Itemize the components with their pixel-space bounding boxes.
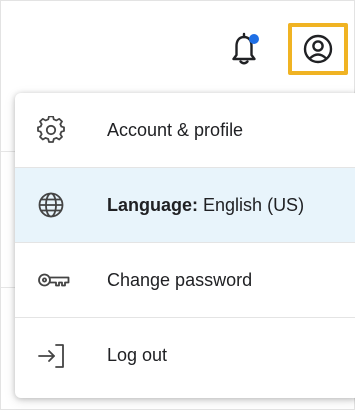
background-divider [1,151,15,152]
menu-item-label: Language: English (US) [107,195,304,216]
account-circle-icon [303,34,333,64]
gear-icon [37,116,77,144]
key-icon [37,266,77,294]
background-divider [1,287,15,288]
account-menu: Account & profile Language: English (US) [15,93,355,398]
menu-item-change-password[interactable]: Change password [15,243,355,318]
app-window: Account & profile Language: English (US) [0,0,355,410]
menu-item-label: Log out [107,345,168,365]
menu-item-language[interactable]: Language: English (US) [15,168,355,243]
language-label: Language: [107,194,199,215]
account-button[interactable] [288,23,348,75]
menu-item-label: Change password [107,269,253,290]
menu-item-log-out[interactable]: Log out [15,318,355,393]
language-value: English (US) [203,194,305,215]
logout-icon [37,342,77,370]
menu-item-label: Account & profile [107,119,244,140]
globe-icon [37,191,77,219]
notification-badge [249,34,259,44]
menu-item-account-profile[interactable]: Account & profile [15,93,355,168]
